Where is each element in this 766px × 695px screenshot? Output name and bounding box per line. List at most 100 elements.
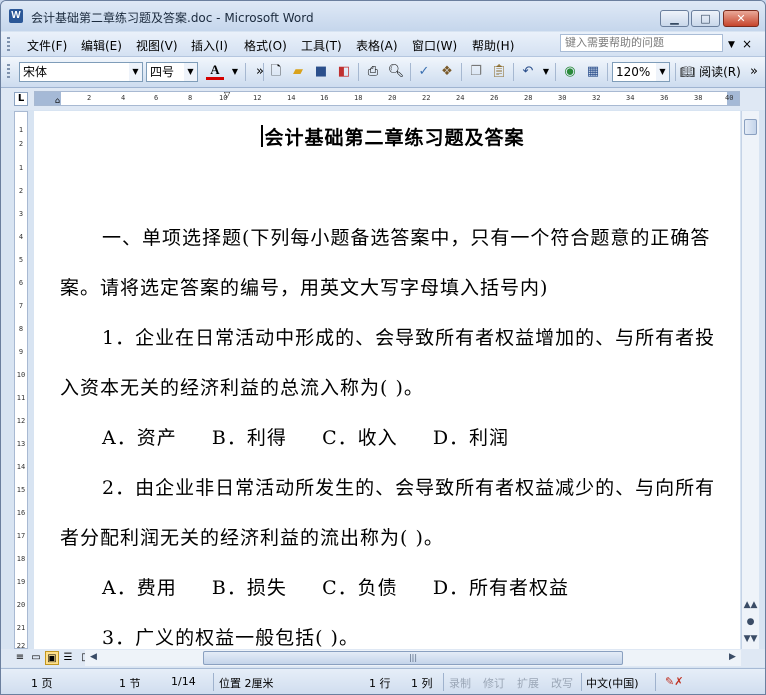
- chevron-down-icon[interactable]: ▼: [129, 63, 142, 81]
- toolbar-separator: [461, 63, 462, 81]
- menu-format[interactable]: 格式(O): [244, 37, 287, 54]
- status-separator: [213, 673, 214, 691]
- status-column: 1 列: [411, 677, 433, 690]
- help-search-input[interactable]: 键入需要帮助的问题: [560, 34, 723, 52]
- vertical-ruler[interactable]: 1 2 1 2 3 4 5 6 7 8 9 10 11 12 13 14 15 …: [14, 111, 28, 649]
- status-page: 1 页: [31, 677, 53, 690]
- paste-icon[interactable]: 📋︎: [490, 63, 508, 81]
- indent-marker-icon[interactable]: ⌂: [55, 96, 60, 105]
- web-view-icon[interactable]: ▭: [29, 651, 43, 665]
- question-1-paragraph[interactable]: 1．企业在日常活动中形成的、会导致所有者权益增加的、与所有者投入资本无关的经济利…: [60, 313, 726, 413]
- section-heading-paragraph[interactable]: 一、单项选择题(下列每小题备选答案中，只有一个符合题意的正确答案。请将选定答案的…: [60, 213, 726, 313]
- ruler-tick: 20: [388, 94, 397, 102]
- ruler-tick: 5: [18, 256, 24, 264]
- new-document-icon[interactable]: 🗋: [267, 63, 285, 81]
- font-color-dropdown-icon[interactable]: ▼: [226, 63, 244, 81]
- question-2-paragraph[interactable]: 2．由企业非日常活动所发生的、会导致所有者权益减少的、与向所有者分配利润无关的经…: [60, 463, 726, 563]
- research-icon[interactable]: ❖: [438, 63, 456, 81]
- ruler-tick: 10: [16, 371, 26, 379]
- undo-icon[interactable]: ↶: [519, 63, 537, 81]
- close-button[interactable]: ✕: [723, 10, 759, 27]
- ruler-tick: 6: [154, 94, 159, 102]
- status-record-macro[interactable]: 录制: [449, 675, 471, 691]
- horizontal-scrollbar[interactable]: ◀ ||| ▶: [85, 650, 741, 666]
- word-app-icon[interactable]: W: [9, 9, 23, 23]
- status-separator: [581, 673, 582, 691]
- zoom-combo[interactable]: 120% ▼: [612, 62, 670, 82]
- chevron-down-icon[interactable]: ▼: [656, 63, 669, 81]
- scroll-right-icon[interactable]: ▶: [724, 649, 741, 666]
- spelling-check-icon[interactable]: ✓: [415, 63, 433, 81]
- status-track-changes[interactable]: 修订: [483, 675, 505, 691]
- print-icon[interactable]: ⎙: [364, 63, 382, 81]
- document-page[interactable]: 会计基础第二章练习题及答案 一、单项选择题(下列每小题备选答案中，只有一个符合题…: [34, 111, 740, 649]
- scroll-left-icon[interactable]: ◀: [85, 649, 102, 666]
- print-layout-view-icon[interactable]: ▣: [45, 651, 59, 665]
- outline-view-icon[interactable]: ☰: [61, 651, 75, 665]
- toolbar-grip-handle[interactable]: [7, 64, 10, 80]
- font-color-button[interactable]: A: [206, 63, 224, 80]
- toolbar-options-icon[interactable]: »: [745, 63, 763, 81]
- ruler-tick: 9: [18, 348, 24, 356]
- menu-grip-handle[interactable]: [7, 37, 10, 51]
- menu-insert[interactable]: 插入(I): [191, 37, 228, 54]
- insert-table-icon[interactable]: ▦: [584, 63, 602, 81]
- status-language[interactable]: 中文(中国): [586, 675, 639, 691]
- vertical-scrollbar[interactable]: ▲▲ ● ▼▼: [741, 111, 759, 649]
- status-position: 位置 2厘米: [219, 677, 274, 690]
- ruler-tick: 38: [694, 94, 703, 102]
- copy-icon[interactable]: ❐: [467, 63, 485, 81]
- menu-view[interactable]: 视图(V): [136, 37, 178, 54]
- menu-table[interactable]: 表格(A): [356, 37, 398, 54]
- normal-view-icon[interactable]: ≡: [13, 651, 27, 665]
- horizontal-scroll-thumb[interactable]: |||: [203, 651, 623, 665]
- document-body[interactable]: 会计基础第二章练习题及答案 一、单项选择题(下列每小题备选答案中，只有一个符合题…: [60, 111, 726, 649]
- help-dropdown-icon[interactable]: ▼: [728, 40, 735, 50]
- question-2-options[interactable]: A．费用 B．损失 C．负债 D．所有者权益: [60, 563, 726, 613]
- font-size-combo[interactable]: 四号 ▼: [146, 62, 198, 82]
- undo-dropdown-icon[interactable]: ▼: [537, 63, 555, 81]
- font-name-value: 宋体: [23, 65, 48, 79]
- menu-window[interactable]: 窗口(W): [412, 37, 457, 54]
- question-1-options[interactable]: A．资产 B．利得 C．收入 D．利润: [60, 413, 726, 463]
- menu-tools[interactable]: 工具(T): [301, 37, 342, 54]
- reading-layout-label: 阅读(R): [699, 65, 741, 79]
- spelling-status-icon[interactable]: ✎✗: [665, 675, 683, 688]
- ruler-tick: 13: [16, 440, 26, 448]
- document-close-button[interactable]: ×: [742, 37, 752, 51]
- status-overtype[interactable]: 改写: [551, 675, 573, 691]
- minimize-button[interactable]: ▁: [660, 10, 689, 27]
- chevron-down-icon[interactable]: ▼: [184, 63, 197, 81]
- question-3-paragraph[interactable]: 3．广义的权益一般包括( )。: [60, 613, 726, 649]
- status-bar: 1 页 1 节 1/14 位置 2厘米 1 行 1 列 录制 修订 扩展 改写 …: [1, 668, 765, 694]
- browse-object-icon[interactable]: ●: [742, 614, 759, 631]
- print-preview-icon[interactable]: 🔍︎: [387, 63, 405, 81]
- horizontal-ruler[interactable]: 2 4 6 8 10 12 14 16 18 20 22 24 26 28 30…: [34, 91, 740, 106]
- status-extend-selection[interactable]: 扩展: [517, 675, 539, 691]
- ruler-tick: 6: [18, 279, 24, 287]
- font-name-combo[interactable]: 宋体 ▼: [19, 62, 143, 82]
- vertical-scroll-thumb[interactable]: [744, 119, 757, 135]
- ruler-tick: 22: [16, 642, 26, 649]
- status-line: 1 行: [369, 677, 391, 690]
- tab-stop-marker-icon[interactable]: ▽: [224, 92, 230, 99]
- document-heading[interactable]: 会计基础第二章练习题及答案: [60, 113, 726, 163]
- tab-selector-button[interactable]: L: [14, 92, 28, 106]
- next-page-icon[interactable]: ▼▼: [742, 631, 759, 648]
- menu-edit[interactable]: 编辑(E): [81, 37, 122, 54]
- permission-icon[interactable]: ◧: [335, 63, 353, 81]
- menu-help[interactable]: 帮助(H): [472, 37, 514, 54]
- hyperlink-globe-icon[interactable]: ◉: [561, 63, 579, 81]
- ruler-tick: 17: [16, 532, 26, 540]
- previous-page-icon[interactable]: ▲▲: [742, 597, 759, 614]
- menu-file[interactable]: 文件(F): [27, 37, 67, 54]
- open-folder-icon[interactable]: ▰: [289, 63, 307, 81]
- formatting-toolbar: 宋体 ▼ 四号 ▼ A ▼ » 🗋 ▰ ■ ◧ ⎙ 🔍︎ ✓ ❖ ❐ 📋︎ ↶ …: [1, 57, 765, 88]
- save-disk-icon[interactable]: ■: [312, 63, 330, 81]
- maximize-button[interactable]: □: [691, 10, 720, 27]
- reading-layout-button[interactable]: 📖︎ 阅读(R): [680, 63, 741, 80]
- zoom-value: 120%: [616, 65, 651, 79]
- ruler-tick: 2: [18, 140, 24, 148]
- ruler-tick: 26: [490, 94, 499, 102]
